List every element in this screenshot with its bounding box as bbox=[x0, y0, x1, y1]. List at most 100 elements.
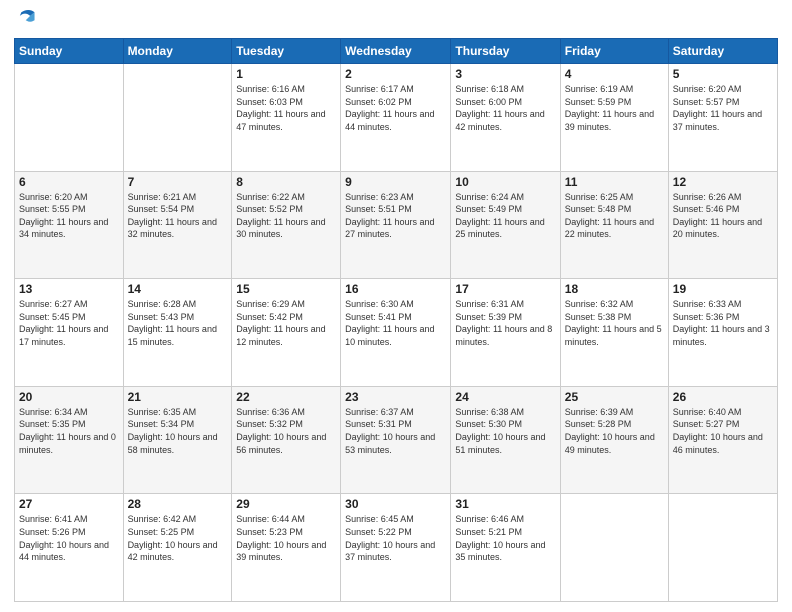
cell-info: Sunrise: 6:28 AM Sunset: 5:43 PM Dayligh… bbox=[128, 298, 228, 348]
calendar-cell: 20 Sunrise: 6:34 AM Sunset: 5:35 PM Dayli… bbox=[15, 386, 124, 494]
day-number: 21 bbox=[128, 390, 228, 404]
calendar-cell: 18 Sunrise: 6:32 AM Sunset: 5:38 PM Dayli… bbox=[560, 279, 668, 387]
calendar-cell bbox=[560, 494, 668, 602]
cell-info: Sunrise: 6:22 AM Sunset: 5:52 PM Dayligh… bbox=[236, 191, 336, 241]
cell-info: Sunrise: 6:36 AM Sunset: 5:32 PM Dayligh… bbox=[236, 406, 336, 456]
day-number: 18 bbox=[565, 282, 664, 296]
day-number: 19 bbox=[673, 282, 773, 296]
day-number: 28 bbox=[128, 497, 228, 511]
day-number: 6 bbox=[19, 175, 119, 189]
calendar-cell: 14 Sunrise: 6:28 AM Sunset: 5:43 PM Dayli… bbox=[123, 279, 232, 387]
cell-info: Sunrise: 6:24 AM Sunset: 5:49 PM Dayligh… bbox=[455, 191, 555, 241]
week-row-5: 27 Sunrise: 6:41 AM Sunset: 5:26 PM Dayli… bbox=[15, 494, 778, 602]
weekday-header-wednesday: Wednesday bbox=[341, 39, 451, 64]
cell-info: Sunrise: 6:42 AM Sunset: 5:25 PM Dayligh… bbox=[128, 513, 228, 563]
cell-info: Sunrise: 6:26 AM Sunset: 5:46 PM Dayligh… bbox=[673, 191, 773, 241]
day-number: 24 bbox=[455, 390, 555, 404]
calendar-cell: 30Sunrise: 6:45 AM Sunset: 5:22 PM Dayli… bbox=[341, 494, 451, 602]
day-number: 30 bbox=[345, 497, 446, 511]
cell-info: Sunrise: 6:31 AM Sunset: 5:39 PM Dayligh… bbox=[455, 298, 555, 348]
day-number: 9 bbox=[345, 175, 446, 189]
calendar-cell: 16 Sunrise: 6:30 AM Sunset: 5:41 PM Dayli… bbox=[341, 279, 451, 387]
day-number: 15 bbox=[236, 282, 336, 296]
day-number: 12 bbox=[673, 175, 773, 189]
week-row-3: 13Sunrise: 6:27 AM Sunset: 5:45 PM Dayli… bbox=[15, 279, 778, 387]
cell-info: Sunrise: 6:25 AM Sunset: 5:48 PM Dayligh… bbox=[565, 191, 664, 241]
calendar-cell: 8 Sunrise: 6:22 AM Sunset: 5:52 PM Daylig… bbox=[232, 171, 341, 279]
calendar-cell: 17 Sunrise: 6:31 AM Sunset: 5:39 PM Dayli… bbox=[451, 279, 560, 387]
cell-info: Sunrise: 6:33 AM Sunset: 5:36 PM Dayligh… bbox=[673, 298, 773, 348]
calendar-cell: 25 Sunrise: 6:39 AM Sunset: 5:28 PM Dayli… bbox=[560, 386, 668, 494]
day-number: 2 bbox=[345, 67, 446, 81]
calendar-cell: 22 Sunrise: 6:36 AM Sunset: 5:32 PM Dayli… bbox=[232, 386, 341, 494]
calendar-cell: 4Sunrise: 6:19 AM Sunset: 5:59 PM Daylig… bbox=[560, 64, 668, 172]
cell-info: Sunrise: 6:21 AM Sunset: 5:54 PM Dayligh… bbox=[128, 191, 228, 241]
cell-info: Sunrise: 6:39 AM Sunset: 5:28 PM Dayligh… bbox=[565, 406, 664, 456]
day-number: 25 bbox=[565, 390, 664, 404]
cell-info: Sunrise: 6:41 AM Sunset: 5:26 PM Dayligh… bbox=[19, 513, 119, 563]
cell-info: Sunrise: 6:32 AM Sunset: 5:38 PM Dayligh… bbox=[565, 298, 664, 348]
calendar-cell: 10 Sunrise: 6:24 AM Sunset: 5:49 PM Dayli… bbox=[451, 171, 560, 279]
cell-info: Sunrise: 6:16 AM Sunset: 6:03 PM Dayligh… bbox=[236, 83, 336, 133]
top-section bbox=[14, 10, 778, 32]
week-row-2: 6 Sunrise: 6:20 AM Sunset: 5:55 PM Daylig… bbox=[15, 171, 778, 279]
day-number: 20 bbox=[19, 390, 119, 404]
calendar-cell bbox=[15, 64, 124, 172]
cell-info: Sunrise: 6:30 AM Sunset: 5:41 PM Dayligh… bbox=[345, 298, 446, 348]
day-number: 17 bbox=[455, 282, 555, 296]
day-number: 14 bbox=[128, 282, 228, 296]
cell-info: Sunrise: 6:46 AM Sunset: 5:21 PM Dayligh… bbox=[455, 513, 555, 563]
cell-info: Sunrise: 6:38 AM Sunset: 5:30 PM Dayligh… bbox=[455, 406, 555, 456]
day-number: 16 bbox=[345, 282, 446, 296]
calendar-cell: 24 Sunrise: 6:38 AM Sunset: 5:30 PM Dayli… bbox=[451, 386, 560, 494]
calendar-cell bbox=[668, 494, 777, 602]
weekday-header-sunday: Sunday bbox=[15, 39, 124, 64]
page: SundayMondayTuesdayWednesdayThursdayFrid… bbox=[0, 0, 792, 612]
logo bbox=[14, 10, 40, 32]
day-number: 11 bbox=[565, 175, 664, 189]
day-number: 1 bbox=[236, 67, 336, 81]
calendar-cell: 21 Sunrise: 6:35 AM Sunset: 5:34 PM Dayli… bbox=[123, 386, 232, 494]
calendar-cell: 6 Sunrise: 6:20 AM Sunset: 5:55 PM Daylig… bbox=[15, 171, 124, 279]
calendar-cell: 23Sunrise: 6:37 AM Sunset: 5:31 PM Dayli… bbox=[341, 386, 451, 494]
weekday-header-friday: Friday bbox=[560, 39, 668, 64]
calendar-cell: 19 Sunrise: 6:33 AM Sunset: 5:36 PM Dayli… bbox=[668, 279, 777, 387]
calendar-cell: 7 Sunrise: 6:21 AM Sunset: 5:54 PM Daylig… bbox=[123, 171, 232, 279]
day-number: 5 bbox=[673, 67, 773, 81]
calendar-cell: 12 Sunrise: 6:26 AM Sunset: 5:46 PM Dayli… bbox=[668, 171, 777, 279]
cell-info: Sunrise: 6:27 AM Sunset: 5:45 PM Dayligh… bbox=[19, 298, 119, 348]
cell-info: Sunrise: 6:20 AM Sunset: 5:57 PM Dayligh… bbox=[673, 83, 773, 133]
cell-info: Sunrise: 6:40 AM Sunset: 5:27 PM Dayligh… bbox=[673, 406, 773, 456]
weekday-header-thursday: Thursday bbox=[451, 39, 560, 64]
calendar-cell: 13Sunrise: 6:27 AM Sunset: 5:45 PM Dayli… bbox=[15, 279, 124, 387]
cell-info: Sunrise: 6:18 AM Sunset: 6:00 PM Dayligh… bbox=[455, 83, 555, 133]
calendar-cell: 31Sunrise: 6:46 AM Sunset: 5:21 PM Dayli… bbox=[451, 494, 560, 602]
weekday-header-tuesday: Tuesday bbox=[232, 39, 341, 64]
cell-info: Sunrise: 6:17 AM Sunset: 6:02 PM Dayligh… bbox=[345, 83, 446, 133]
day-number: 23 bbox=[345, 390, 446, 404]
calendar-cell: 11 Sunrise: 6:25 AM Sunset: 5:48 PM Dayli… bbox=[560, 171, 668, 279]
day-number: 4 bbox=[565, 67, 664, 81]
calendar-cell: 29 Sunrise: 6:44 AM Sunset: 5:23 PM Dayli… bbox=[232, 494, 341, 602]
day-number: 7 bbox=[128, 175, 228, 189]
day-number: 27 bbox=[19, 497, 119, 511]
day-number: 8 bbox=[236, 175, 336, 189]
day-number: 3 bbox=[455, 67, 555, 81]
calendar-cell: 2 Sunrise: 6:17 AM Sunset: 6:02 PM Daylig… bbox=[341, 64, 451, 172]
logo-icon bbox=[14, 10, 36, 32]
cell-info: Sunrise: 6:20 AM Sunset: 5:55 PM Dayligh… bbox=[19, 191, 119, 241]
day-number: 10 bbox=[455, 175, 555, 189]
calendar-cell: 5 Sunrise: 6:20 AM Sunset: 5:57 PM Daylig… bbox=[668, 64, 777, 172]
calendar-cell bbox=[123, 64, 232, 172]
calendar-table: SundayMondayTuesdayWednesdayThursdayFrid… bbox=[14, 38, 778, 602]
cell-info: Sunrise: 6:44 AM Sunset: 5:23 PM Dayligh… bbox=[236, 513, 336, 563]
day-number: 22 bbox=[236, 390, 336, 404]
calendar-cell: 28 Sunrise: 6:42 AM Sunset: 5:25 PM Dayli… bbox=[123, 494, 232, 602]
cell-info: Sunrise: 6:29 AM Sunset: 5:42 PM Dayligh… bbox=[236, 298, 336, 348]
week-row-4: 20 Sunrise: 6:34 AM Sunset: 5:35 PM Dayli… bbox=[15, 386, 778, 494]
cell-info: Sunrise: 6:34 AM Sunset: 5:35 PM Dayligh… bbox=[19, 406, 119, 456]
cell-info: Sunrise: 6:35 AM Sunset: 5:34 PM Dayligh… bbox=[128, 406, 228, 456]
day-number: 29 bbox=[236, 497, 336, 511]
weekday-header-row: SundayMondayTuesdayWednesdayThursdayFrid… bbox=[15, 39, 778, 64]
calendar-cell: 9Sunrise: 6:23 AM Sunset: 5:51 PM Daylig… bbox=[341, 171, 451, 279]
